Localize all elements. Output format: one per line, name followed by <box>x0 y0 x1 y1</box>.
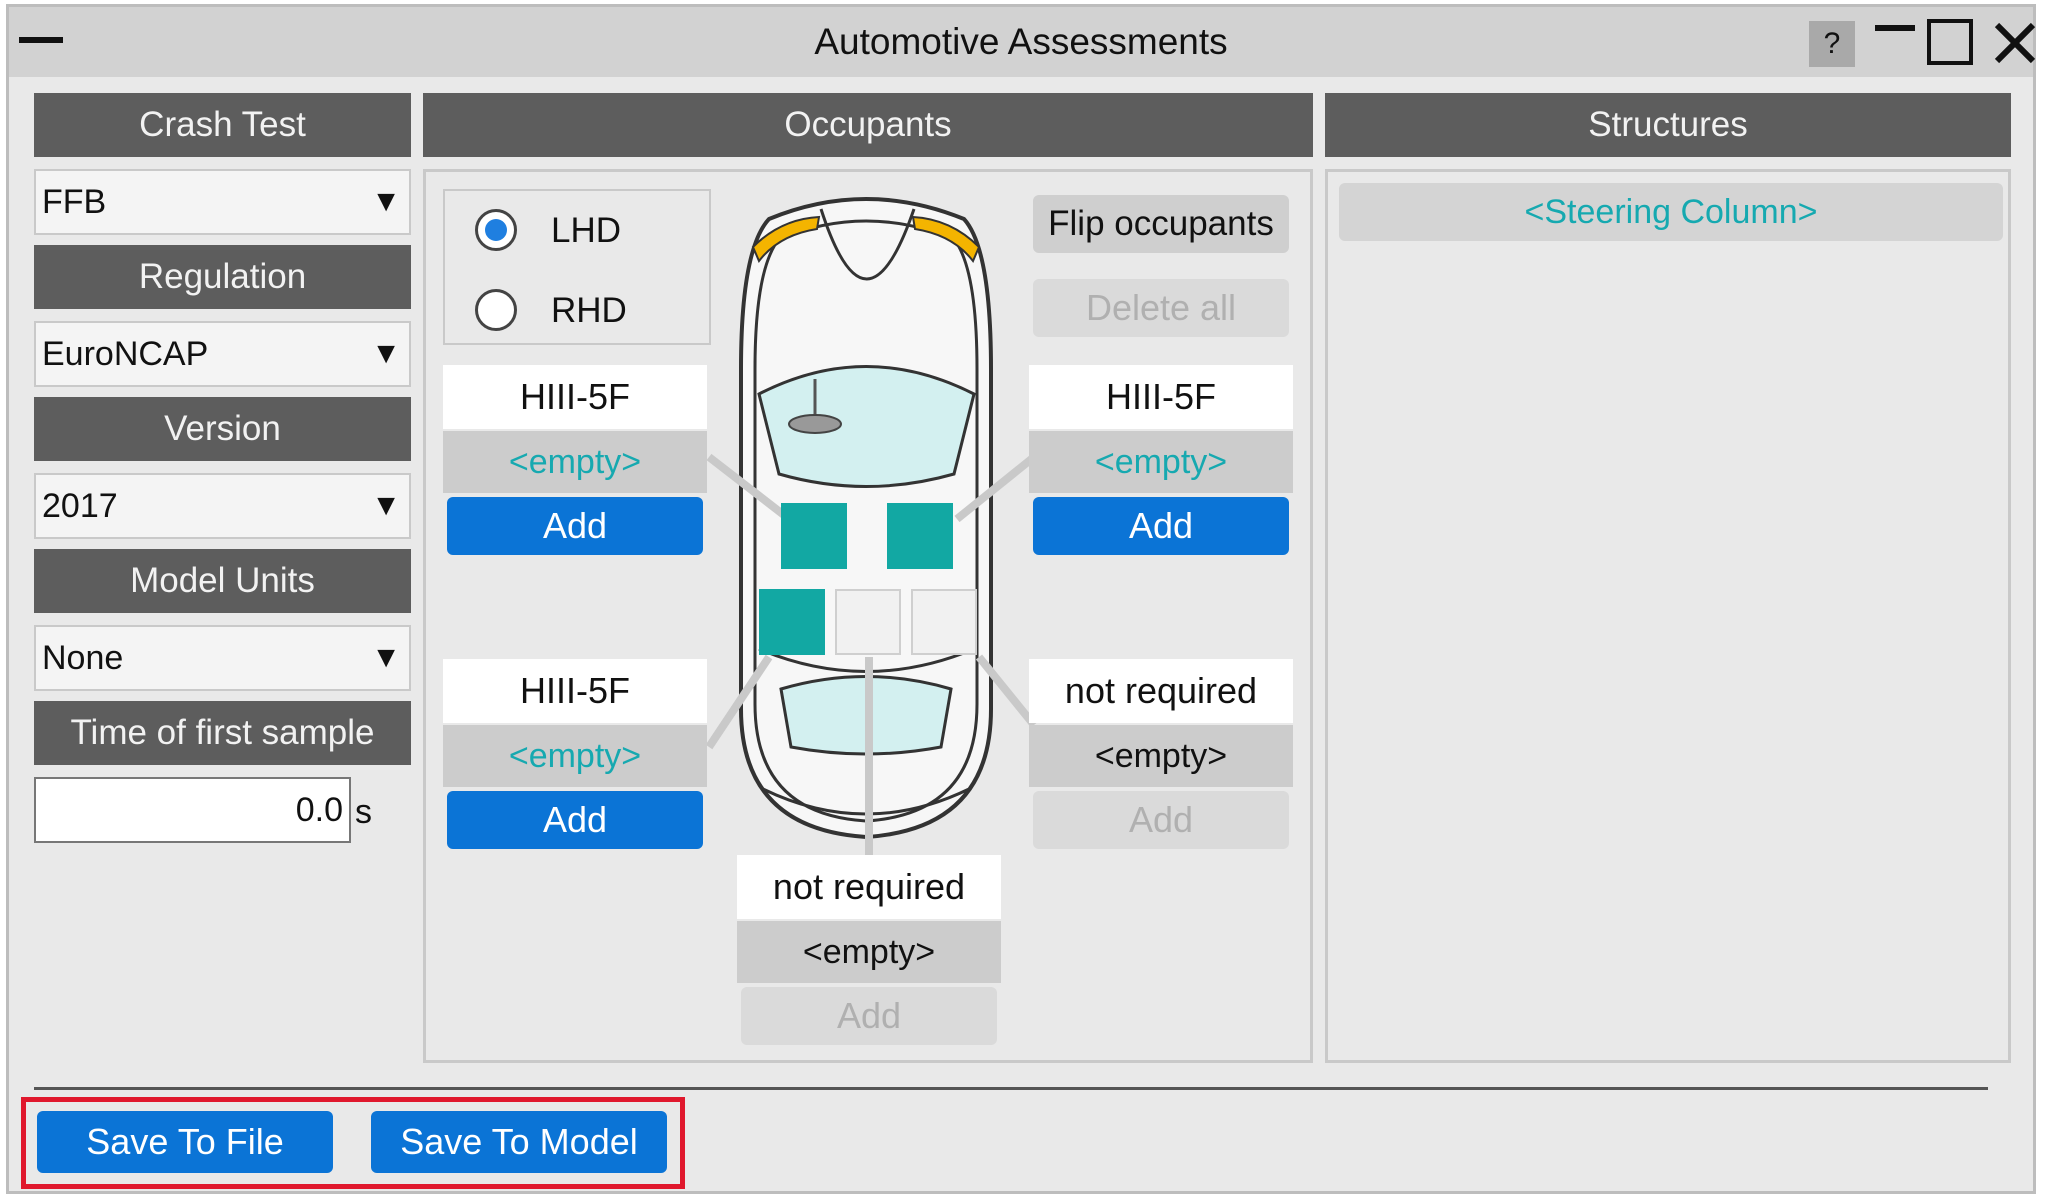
rear-right-dummy-label: not required <box>1029 659 1293 723</box>
front-left-value: <empty> <box>443 431 707 493</box>
minimize-icon[interactable] <box>1875 25 1915 31</box>
footer-divider <box>34 1087 1988 1090</box>
structures-header: Structures <box>1325 93 2011 157</box>
save-to-file-label: Save To File <box>86 1121 284 1162</box>
structures-panel <box>1325 169 2011 1063</box>
rear-middle-add-button[interactable]: Add <box>741 987 997 1045</box>
delete-all-label: Delete all <box>1085 287 1237 328</box>
maximize-icon[interactable] <box>1927 19 1973 65</box>
flip-occupants-label: Flip occupants <box>1048 204 1274 243</box>
seat-rear-left[interactable] <box>759 589 825 655</box>
help-button[interactable]: ? <box>1809 21 1855 67</box>
automotive-assessments-window: Automotive Assessments ? Crash Test FFB … <box>6 4 2036 1194</box>
rear-right-add-label: Add <box>1128 799 1194 840</box>
front-right-dummy-label: HIII-5F <box>1029 365 1293 429</box>
rear-left-add-button[interactable]: Add <box>447 791 703 849</box>
seat-front-left[interactable] <box>781 503 847 569</box>
seat-front-right[interactable] <box>887 503 953 569</box>
save-to-model-button[interactable]: Save To Model <box>371 1111 667 1173</box>
close-icon[interactable] <box>1993 21 2037 65</box>
delete-all-button[interactable]: Delete all <box>1033 279 1289 337</box>
rear-middle-add-label: Add <box>836 995 902 1036</box>
save-to-file-button[interactable]: Save To File <box>37 1111 333 1173</box>
rear-left-value: <empty> <box>443 725 707 787</box>
front-left-add-button[interactable]: Add <box>447 497 703 555</box>
rear-left-add-label: Add <box>542 799 608 840</box>
save-to-model-label: Save To Model <box>400 1121 638 1162</box>
front-left-dummy-label: HIII-5F <box>443 365 707 429</box>
rear-middle-value: <empty> <box>737 921 1001 983</box>
rear-right-value: <empty> <box>1029 725 1293 787</box>
front-right-add-label: Add <box>1128 505 1194 546</box>
seat-rear-right[interactable] <box>911 589 977 655</box>
front-right-value: <empty> <box>1029 431 1293 493</box>
flip-occupants-button[interactable]: Flip occupants <box>1033 195 1289 253</box>
rear-right-add-button[interactable]: Add <box>1033 791 1289 849</box>
rear-middle-dummy-label: not required <box>737 855 1001 919</box>
rear-left-dummy-label: HIII-5F <box>443 659 707 723</box>
help-label: ? <box>1823 27 1841 60</box>
front-left-add-label: Add <box>542 505 608 546</box>
steering-column-item[interactable]: <Steering Column> <box>1339 183 2003 241</box>
front-right-add-button[interactable]: Add <box>1033 497 1289 555</box>
seat-rear-middle[interactable] <box>835 589 901 655</box>
